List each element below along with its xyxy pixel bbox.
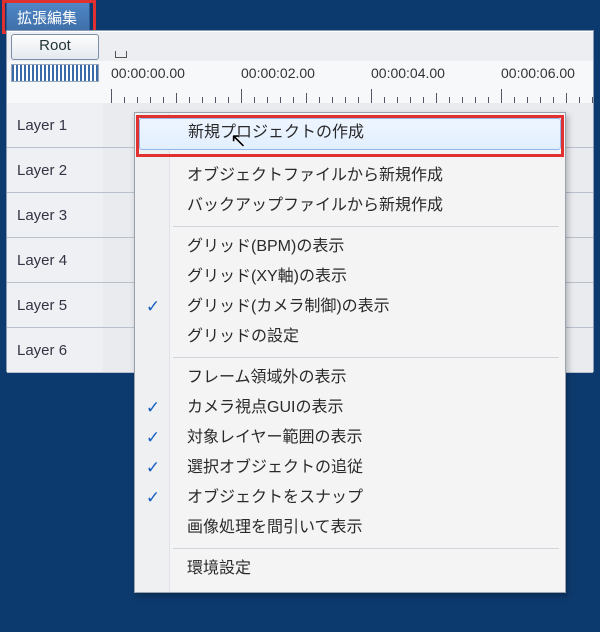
layer-label[interactable]: Layer 6: [7, 328, 114, 372]
window-title: 拡張編集: [17, 10, 77, 27]
menu-separator: [173, 155, 559, 156]
menu-item[interactable]: バックアップファイルから新規作成: [135, 191, 565, 221]
menu-item[interactable]: グリッドの設定: [135, 322, 565, 352]
tick-marks: [107, 87, 593, 103]
menu-item-label: オブジェクトをスナップ: [187, 489, 363, 506]
menu-item[interactable]: グリッド(BPM)の表示: [135, 232, 565, 262]
menu-item-label: 画像処理を間引いて表示: [187, 519, 363, 536]
menu-item-label: 選択オブジェクトの追従: [187, 459, 363, 476]
layer-label[interactable]: Layer 3: [7, 193, 114, 237]
check-icon: ✓: [143, 292, 163, 322]
root-button[interactable]: Root: [11, 34, 99, 60]
menu-item[interactable]: 新規プロジェクトの作成: [139, 118, 561, 150]
menu-item[interactable]: ✓ 選択オブジェクトの追従: [135, 453, 565, 483]
time-track: 00:00:00.00 00:00:02.00 00:00:04.00 00:0…: [107, 61, 593, 103]
menu-item[interactable]: オブジェクトファイルから新規作成: [135, 161, 565, 191]
menu-separator: [173, 357, 559, 358]
menu-item[interactable]: ✓ グリッド(カメラ制御)の表示: [135, 292, 565, 322]
menu-item[interactable]: フレーム領域外の表示: [135, 363, 565, 393]
menu-item-label: バックアップファイルから新規作成: [187, 197, 443, 214]
zoom-thumb[interactable]: [11, 64, 99, 82]
menu-item-label: グリッド(BPM)の表示: [187, 238, 344, 255]
menu-item-label: カメラ視点GUIの表示: [187, 399, 343, 416]
menu-separator: [173, 548, 559, 549]
menu-item-label: 新規プロジェクトの作成: [188, 124, 364, 141]
menu-item-label: 環境設定: [187, 560, 251, 577]
check-icon: ✓: [143, 453, 163, 483]
menu-item-label: 対象レイヤー範囲の表示: [187, 429, 363, 446]
layer-label[interactable]: Layer 2: [7, 148, 114, 192]
layer-label[interactable]: Layer 4: [7, 238, 114, 282]
check-icon: ✓: [143, 393, 163, 423]
timecode: 00:00:00.00: [111, 65, 185, 81]
menu-item-label: グリッド(XY軸)の表示: [187, 268, 347, 285]
menu-item[interactable]: グリッド(XY軸)の表示: [135, 262, 565, 292]
context-menu[interactable]: 新規プロジェクトの作成オブジェクトファイルから新規作成バックアップファイルから新…: [134, 112, 566, 593]
menu-item[interactable]: ✓ 対象レイヤー範囲の表示: [135, 423, 565, 453]
timecode: 00:00:06.00: [501, 65, 575, 81]
menu-item[interactable]: 画像処理を間引いて表示: [135, 513, 565, 543]
root-marker: [115, 51, 127, 58]
menu-item[interactable]: ✓ カメラ視点GUIの表示: [135, 393, 565, 423]
menu-item-label: オブジェクトファイルから新規作成: [187, 167, 443, 184]
menu-item-label: グリッドの設定: [187, 328, 299, 345]
menu-item[interactable]: 環境設定: [135, 554, 565, 584]
timecode: 00:00:04.00: [371, 65, 445, 81]
root-row: Root: [7, 31, 593, 62]
layer-label[interactable]: Layer 5: [7, 283, 114, 327]
menu-separator: [173, 226, 559, 227]
menu-item-label: グリッド(カメラ制御)の表示: [187, 298, 390, 315]
root-button-label: Root: [39, 37, 71, 54]
time-ruler[interactable]: 00:00:00.00 00:00:02.00 00:00:04.00 00:0…: [7, 61, 593, 104]
layer-label[interactable]: Layer 1: [7, 103, 114, 147]
check-icon: ✓: [143, 483, 163, 513]
timecode: 00:00:02.00: [241, 65, 315, 81]
menu-item[interactable]: ✓ オブジェクトをスナップ: [135, 483, 565, 513]
menu-item-label: フレーム領域外の表示: [187, 369, 347, 386]
window-title-tab[interactable]: 拡張編集: [6, 2, 90, 32]
check-icon: ✓: [143, 423, 163, 453]
